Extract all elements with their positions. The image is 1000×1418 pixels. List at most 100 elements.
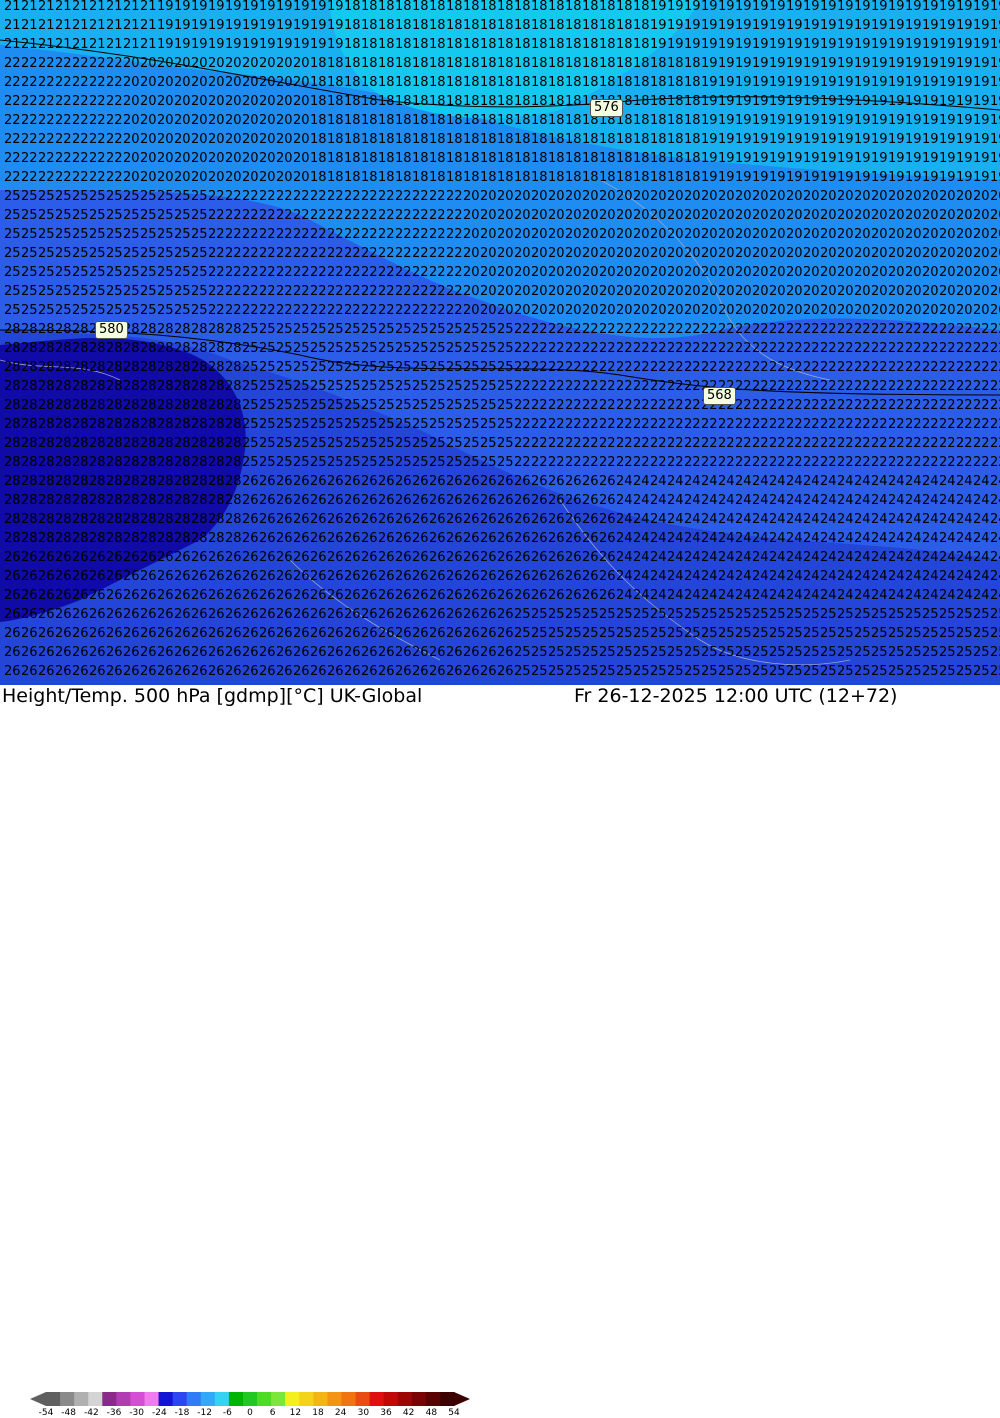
grid-value: 22 <box>837 379 854 394</box>
grid-value: 25 <box>548 645 565 660</box>
grid-value: 19 <box>871 94 888 109</box>
grid-value: 26 <box>344 550 361 565</box>
grid-value: 20 <box>837 227 854 242</box>
grid-value: 19 <box>939 170 956 185</box>
grid-value: 20 <box>769 303 786 318</box>
grid-value: 20 <box>293 151 310 166</box>
grid-value: 24 <box>939 512 956 527</box>
grid-value: 19 <box>259 37 276 52</box>
grid-value: 26 <box>429 550 446 565</box>
grid-value: 20 <box>123 56 140 71</box>
grid-value: 18 <box>650 151 667 166</box>
grid-value: 20 <box>531 303 548 318</box>
grid-value: 19 <box>225 0 242 14</box>
grid-value: 26 <box>378 588 395 603</box>
grid-value: 22 <box>582 322 599 337</box>
grid-value: 25 <box>599 664 616 679</box>
grid-value: 18 <box>344 37 361 52</box>
grid-value: 20 <box>582 265 599 280</box>
grid-value: 26 <box>242 493 259 508</box>
grid-value: 24 <box>820 588 837 603</box>
grid-value: 26 <box>531 550 548 565</box>
grid-value: 18 <box>599 37 616 52</box>
grid-value: 25 <box>973 645 990 660</box>
grid-value: 19 <box>973 56 990 71</box>
grid-value: 25 <box>55 246 72 261</box>
grid-value: 26 <box>276 493 293 508</box>
grid-value: 19 <box>769 132 786 147</box>
grid-value: 26 <box>276 531 293 546</box>
grid-value: 22 <box>769 398 786 413</box>
grid-value: 19 <box>922 132 939 147</box>
grid-value: 18 <box>633 151 650 166</box>
grid-value: 25 <box>293 455 310 470</box>
grid-value: 24 <box>922 588 939 603</box>
grid-value: 22 <box>990 322 1000 337</box>
grid-value: 26 <box>242 664 259 679</box>
grid-value: 20 <box>752 227 769 242</box>
grid-value: 26 <box>463 531 480 546</box>
grid-value: 20 <box>973 265 990 280</box>
grid-value: 22 <box>854 398 871 413</box>
grid-value: 22 <box>21 75 38 90</box>
grid-value: 24 <box>769 531 786 546</box>
grid-value: 25 <box>956 607 973 622</box>
grid-value: 22 <box>38 170 55 185</box>
grid-value: 25 <box>259 360 276 375</box>
grid-value: 25 <box>191 265 208 280</box>
grid-value: 18 <box>463 56 480 71</box>
grid-value: 22 <box>293 246 310 261</box>
grid-value: 20 <box>990 208 1000 223</box>
grid-value: 26 <box>55 626 72 641</box>
grid-value: 18 <box>514 18 531 33</box>
grid-value: 22 <box>259 227 276 242</box>
grid-value: 22 <box>327 189 344 204</box>
grid-value: 19 <box>956 170 973 185</box>
colorbar-tick-label: 0 <box>247 1408 253 1418</box>
grid-value: 18 <box>514 94 531 109</box>
grid-value: 26 <box>72 664 89 679</box>
grid-value: 19 <box>922 0 939 14</box>
grid-value: 26 <box>21 626 38 641</box>
grid-value: 26 <box>140 550 157 565</box>
grid-value: 22 <box>72 75 89 90</box>
grid-value: 18 <box>565 151 582 166</box>
grid-value: 24 <box>616 588 633 603</box>
grid-value: 22 <box>259 265 276 280</box>
grid-value: 25 <box>735 645 752 660</box>
grid-value: 26 <box>4 645 21 660</box>
grid-value: 22 <box>956 455 973 470</box>
grid-value: 26 <box>259 588 276 603</box>
grid-value: 22 <box>548 455 565 470</box>
grid-value: 20 <box>973 227 990 242</box>
grid-value: 20 <box>956 265 973 280</box>
grid-value: 18 <box>548 113 565 128</box>
grid-value: 26 <box>174 607 191 622</box>
grid-value: 20 <box>718 189 735 204</box>
grid-value: 19 <box>752 94 769 109</box>
grid-value: 19 <box>905 132 922 147</box>
grid-value: 28 <box>55 436 72 451</box>
grid-value: 20 <box>871 265 888 280</box>
grid-value: 19 <box>956 75 973 90</box>
grid-value: 20 <box>888 227 905 242</box>
grid-value: 24 <box>956 493 973 508</box>
grid-value: 25 <box>55 303 72 318</box>
grid-value: 25 <box>361 341 378 356</box>
grid-value: 19 <box>718 37 735 52</box>
grid-value: 18 <box>514 37 531 52</box>
grid-value: 25 <box>497 436 514 451</box>
grid-value: 22 <box>905 417 922 432</box>
grid-value: 22 <box>242 246 259 261</box>
grid-value: 26 <box>480 588 497 603</box>
grid-value: 18 <box>429 151 446 166</box>
grid-value: 25 <box>531 607 548 622</box>
grid-value: 22 <box>786 398 803 413</box>
grid-value: 28 <box>55 531 72 546</box>
grid-value: 25 <box>582 645 599 660</box>
grid-value: 19 <box>769 170 786 185</box>
grid-value: 19 <box>293 37 310 52</box>
grid-value: 18 <box>565 170 582 185</box>
grid-value: 22 <box>735 379 752 394</box>
grid-value: 25 <box>565 607 582 622</box>
